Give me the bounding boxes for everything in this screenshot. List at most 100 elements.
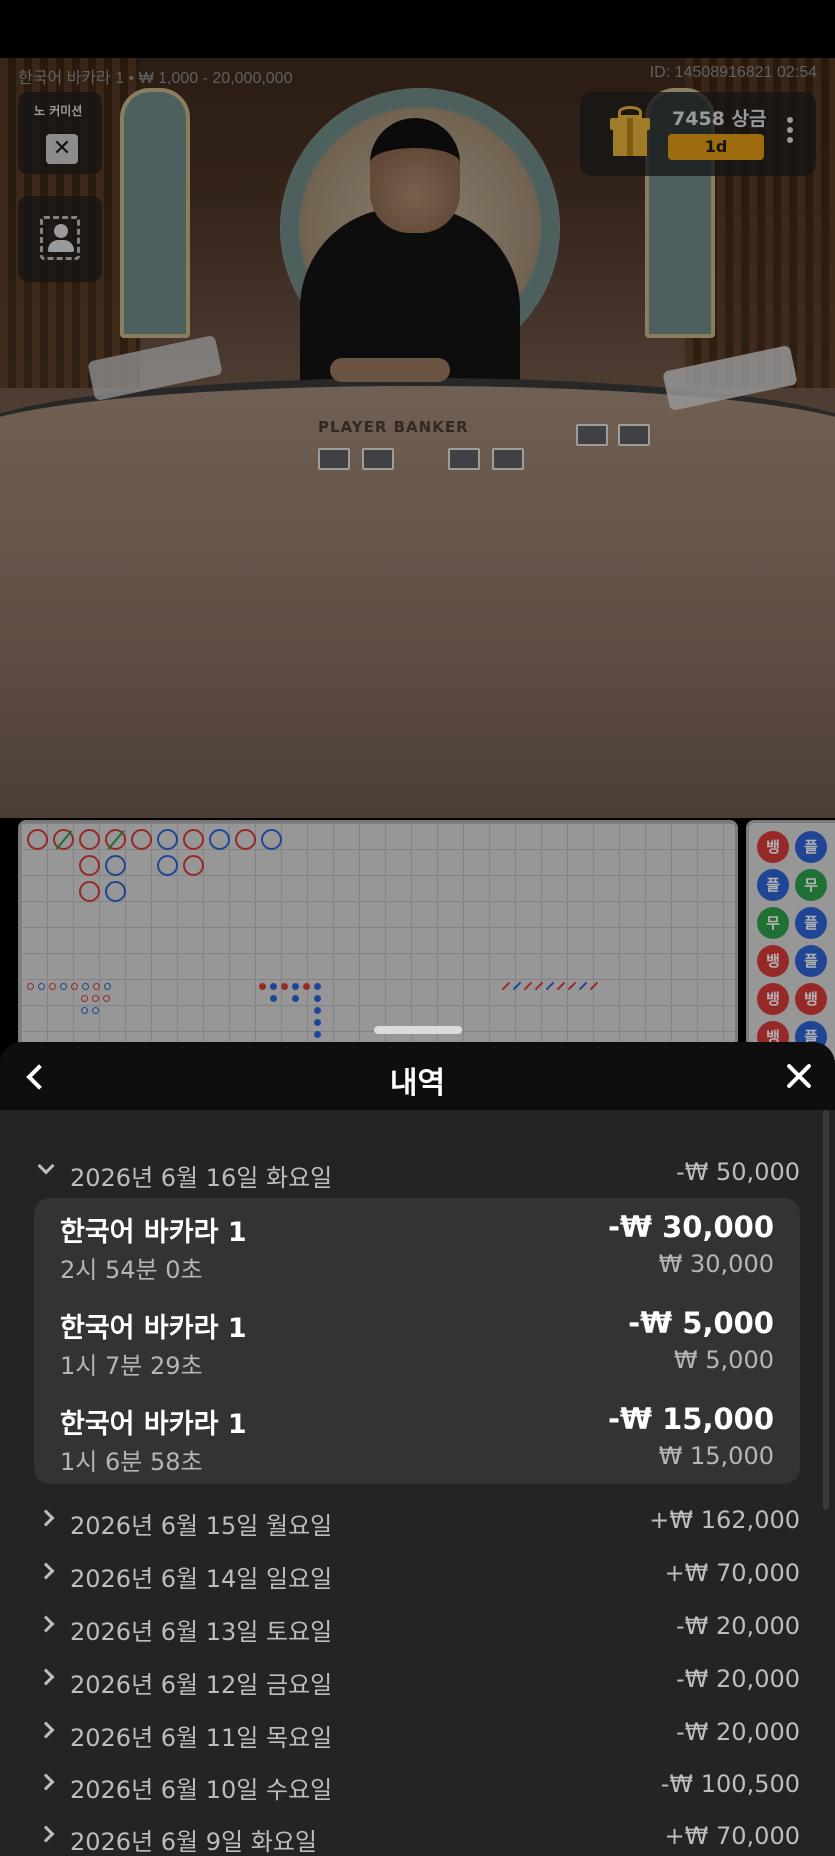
discard-card (576, 424, 608, 446)
derived-road-mark (27, 983, 34, 990)
close-icon[interactable]: ✕ (46, 134, 78, 164)
derived-road-mark (38, 983, 45, 990)
derived-road-mark (314, 1019, 321, 1026)
day-row[interactable]: 2026년 6월 13일 토요일 -₩ 20,000 (34, 1608, 800, 1648)
game-time: 2시 54분 0초 (60, 1256, 203, 1284)
no-commission-label: 노 커미션 (34, 104, 83, 118)
games-list: 한국어 바카라 1 2시 54분 0초 -₩ 30,000 ₩ 30,000 한… (34, 1198, 800, 1484)
chevron-right-icon (37, 1825, 55, 1843)
game-name: 한국어 바카라 1 (60, 1313, 247, 1344)
derived-road-mark (281, 983, 288, 990)
cockroach-road-mark (523, 981, 533, 991)
result-chip: 뱅 (757, 945, 789, 977)
day-row[interactable]: 2026년 6월 11일 목요일 -₩ 20,000 (34, 1714, 800, 1754)
day-row[interactable]: 2026년 6월 9일 화요일 +₩ 70,000 (34, 1818, 800, 1856)
day-amount: +₩ 70,000 (664, 1822, 800, 1850)
cockroach-road-mark (556, 981, 566, 991)
close-icon[interactable] (781, 1058, 817, 1094)
game-result: -₩ 15,000 (607, 1402, 774, 1436)
person-body-icon (48, 240, 74, 252)
day-date: 2026년 6월 9일 화요일 (70, 1828, 317, 1856)
bead-road-mark (183, 855, 204, 876)
dealer-arm (330, 358, 450, 382)
derived-road-mark (303, 983, 310, 990)
result-chip: 플 (757, 869, 789, 901)
game-result: -₩ 30,000 (607, 1210, 774, 1244)
prize-panel[interactable]: 7458 상금 1d (580, 92, 816, 176)
bead-road-mark (105, 855, 126, 876)
cockroach-road-mark (512, 981, 522, 991)
day-amount: +₩ 70,000 (664, 1559, 800, 1587)
day-row[interactable]: 2026년 6월 14일 일요일 +₩ 70,000 (34, 1555, 800, 1595)
bead-road-mark (27, 829, 48, 850)
discard-card (618, 424, 650, 446)
result-chip: 뱅 (757, 831, 789, 863)
game-entry[interactable]: 한국어 바카라 1 1시 6분 58초 -₩ 15,000 ₩ 15,000 (60, 1402, 774, 1486)
bead-road-mark (183, 829, 204, 850)
result-chip: 플 (795, 945, 827, 977)
game-time: 1시 7분 29초 (60, 1352, 203, 1380)
bead-road-mark (131, 829, 152, 850)
player-card (362, 448, 394, 470)
derived-road-mark (49, 983, 56, 990)
game-time: 1시 6분 58초 (60, 1448, 203, 1476)
dealer-head (370, 118, 460, 233)
scrollbar[interactable] (823, 1110, 829, 1510)
drag-handle[interactable] (374, 1026, 462, 1034)
cockroach-road-mark (501, 981, 511, 991)
history-sheet: 내역 2026년 6월 16일 화요일 -₩ 50,000 한국어 바카라 1 … (0, 1042, 835, 1856)
derived-road-mark (314, 1007, 321, 1014)
banker-card (448, 448, 480, 470)
derived-road-mark (259, 983, 266, 990)
gift-icon (610, 106, 650, 158)
derived-road-mark (314, 995, 321, 1002)
cockroach-road-mark (589, 981, 599, 991)
derived-road-mark (71, 983, 78, 990)
day-amount: -₩ 20,000 (676, 1718, 800, 1746)
chevron-down-icon (37, 1157, 55, 1175)
bead-road (18, 820, 738, 1060)
derived-road-mark (104, 983, 111, 990)
derived-road-mark (292, 995, 299, 1002)
bead-road-mark (235, 829, 256, 850)
table-label: PLAYER BANKER (318, 418, 469, 436)
day-amount: +₩ 162,000 (649, 1506, 800, 1534)
result-chip: 무 (757, 907, 789, 939)
chevron-right-icon (37, 1562, 55, 1580)
prize-text: 7458 상금 (672, 108, 767, 130)
day-row[interactable]: 2026년 6월 15일 월요일 +₩ 162,000 (34, 1502, 800, 1542)
camera-button[interactable] (18, 196, 102, 282)
cockroach-road-mark (545, 981, 555, 991)
bead-road-mark (157, 855, 178, 876)
game-bet: ₩ 15,000 (658, 1442, 774, 1470)
chevron-right-icon (37, 1509, 55, 1527)
day-row[interactable]: 2026년 6월 10일 수요일 -₩ 100,500 (34, 1766, 800, 1806)
sheet-title: 내역 (389, 1066, 446, 1101)
banker-card (492, 448, 524, 470)
bead-road-mark (105, 829, 126, 850)
day-amount: -₩ 20,000 (676, 1612, 800, 1640)
bead-road-mark (105, 881, 126, 902)
more-options-icon[interactable] (780, 114, 800, 150)
sheet-header: 내역 (0, 1042, 835, 1110)
derived-road-mark (60, 983, 67, 990)
derived-road-mark (92, 1007, 99, 1014)
game-entry[interactable]: 한국어 바카라 1 2시 54분 0초 -₩ 30,000 ₩ 30,000 (60, 1210, 774, 1294)
game-entry[interactable]: 한국어 바카라 1 1시 7분 29초 -₩ 5,000 ₩ 5,000 (60, 1306, 774, 1390)
game-id: ID: 14508916821 02:54 (649, 64, 817, 81)
result-chip: 플 (795, 907, 827, 939)
derived-road-mark (81, 1007, 88, 1014)
derived-road-mark (93, 983, 100, 990)
day-date: 2026년 6월 13일 토요일 (70, 1618, 333, 1646)
cockroach-road-mark (534, 981, 544, 991)
no-commission-panel: 노 커미션 ✕ (18, 92, 102, 174)
chevron-right-icon (37, 1773, 55, 1791)
derived-road-mark (314, 1031, 321, 1038)
result-chip: 플 (795, 831, 827, 863)
derived-road-mark (81, 995, 88, 1002)
bead-road-mark (53, 829, 74, 850)
day-row[interactable]: 2026년 6월 12일 금요일 -₩ 20,000 (34, 1661, 800, 1701)
game-result: -₩ 5,000 (628, 1306, 774, 1340)
day-row-expanded[interactable]: 2026년 6월 16일 화요일 -₩ 50,000 (34, 1154, 800, 1194)
derived-road-mark (270, 983, 277, 990)
